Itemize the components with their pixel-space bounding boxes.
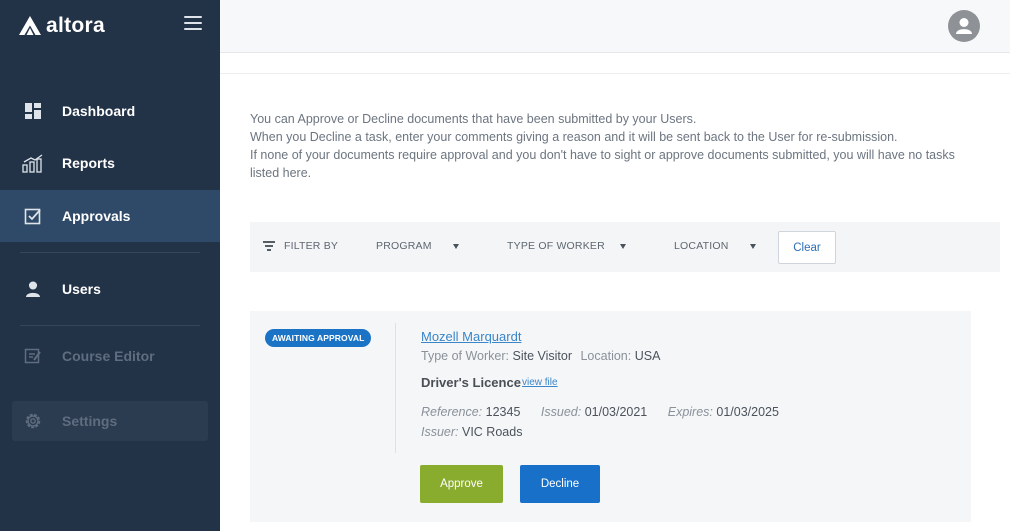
sidebar-divider xyxy=(20,325,200,326)
issued-value: 01/03/2021 xyxy=(584,405,648,419)
sidebar-item-dashboard[interactable]: Dashboard xyxy=(0,85,220,137)
sidebar-item-label: Course Editor xyxy=(62,348,155,364)
caret-down-icon xyxy=(750,244,756,249)
type-of-worker-value: Site Visitor xyxy=(512,349,572,363)
type-of-worker-dropdown-label: TYPE OF WORKER xyxy=(507,240,605,252)
document-title: Driver's Licence xyxy=(421,375,521,390)
view-file-link[interactable]: view file xyxy=(522,377,558,388)
sidebar-item-approvals[interactable]: Approvals xyxy=(0,190,220,242)
intro-line-1: You can Approve or Decline documents tha… xyxy=(250,112,697,126)
sidebar: altora Dashboard Reports Approvals Users… xyxy=(0,0,220,531)
issuer-value: VIC Roads xyxy=(462,425,523,439)
top-bar xyxy=(220,0,1010,53)
reference-label: Reference: xyxy=(421,405,483,419)
approvals-intro: You can Approve or Decline documents tha… xyxy=(250,110,970,182)
expires-label: Expires: xyxy=(667,405,713,419)
intro-line-2: When you Decline a task, enter your comm… xyxy=(250,130,898,144)
approval-task-card: AWAITING APPROVAL Mozell Marquardt Type … xyxy=(250,311,971,522)
altora-logo-icon xyxy=(19,16,41,35)
worker-details-row: Type of Worker: Site Visitor Location: U… xyxy=(421,349,660,363)
decline-button[interactable]: Decline xyxy=(520,465,600,503)
hamburger-menu-icon[interactable] xyxy=(184,16,202,34)
sidebar-item-label: Dashboard xyxy=(62,103,136,119)
brand-name: altora xyxy=(46,14,105,37)
sidebar-item-users[interactable]: Users xyxy=(0,263,220,315)
sidebar-item-settings[interactable]: Settings xyxy=(12,401,208,441)
brand[interactable]: altora xyxy=(18,14,105,38)
sidebar-item-label: Approvals xyxy=(62,208,131,224)
document-details-row: Reference: 12345 Issued: 01/03/2021 Expi… xyxy=(421,405,779,419)
filter-icon xyxy=(263,241,275,251)
expires-value: 01/03/2025 xyxy=(716,405,779,419)
location-dropdown[interactable]: LOCATION xyxy=(674,240,758,252)
intro-line-3: If none of your documents require approv… xyxy=(250,148,955,180)
location-value: USA xyxy=(634,349,661,363)
program-dropdown[interactable]: PROGRAM xyxy=(376,240,460,252)
caret-down-icon xyxy=(620,244,626,249)
sidebar-item-label: Settings xyxy=(62,413,118,429)
gear-icon xyxy=(22,410,44,432)
sidebar-item-reports[interactable]: Reports xyxy=(0,137,220,189)
user-avatar-icon[interactable] xyxy=(948,10,980,42)
filter-by-label: FILTER BY xyxy=(284,240,339,252)
location-dropdown-label: LOCATION xyxy=(674,240,729,252)
sidebar-item-label: Users xyxy=(62,281,101,297)
user-name-link[interactable]: Mozell Marquardt xyxy=(421,329,521,344)
reference-value: 12345 xyxy=(485,405,521,419)
caret-down-icon xyxy=(453,244,459,249)
edit-icon xyxy=(22,345,44,367)
dashboard-icon xyxy=(22,100,44,122)
type-of-worker-label: Type of Worker: xyxy=(421,349,509,363)
location-label: Location: xyxy=(580,349,632,363)
issuer-label: Issuer: xyxy=(421,425,459,439)
filter-bar: FILTER BY PROGRAM TYPE OF WORKER LOCATIO… xyxy=(250,222,1000,272)
program-dropdown-label: PROGRAM xyxy=(376,240,432,252)
bar-chart-icon xyxy=(22,152,44,174)
issuer-row: Issuer: VIC Roads xyxy=(421,425,522,439)
user-icon xyxy=(22,278,44,300)
checkbox-icon xyxy=(22,205,44,227)
sidebar-divider xyxy=(20,252,200,253)
sub-bar xyxy=(220,53,1010,74)
type-of-worker-dropdown[interactable]: TYPE OF WORKER xyxy=(507,240,627,252)
sidebar-item-course-editor[interactable]: Course Editor xyxy=(0,330,220,382)
approve-button[interactable]: Approve xyxy=(420,465,503,503)
card-divider xyxy=(395,323,396,453)
sidebar-item-label: Reports xyxy=(62,155,115,171)
issued-label: Issued: xyxy=(540,405,582,419)
clear-filters-button[interactable]: Clear xyxy=(778,231,836,264)
status-badge: AWAITING APPROVAL xyxy=(265,329,372,347)
